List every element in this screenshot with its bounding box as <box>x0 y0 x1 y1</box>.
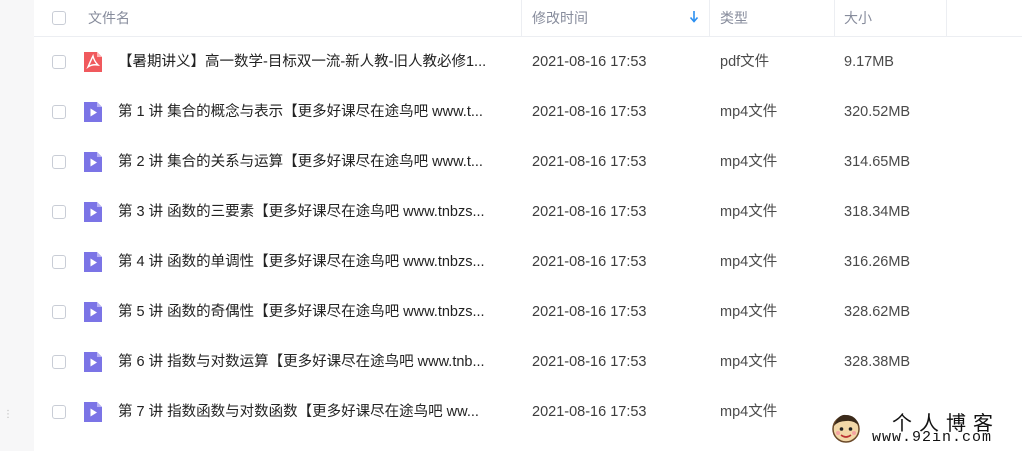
cartoon-avatar-icon <box>832 414 860 443</box>
file-name[interactable]: 第 1 讲 集合的概念与表示【更多好课尽在途鸟吧 www.t... <box>118 87 518 137</box>
file-type: pdf文件 <box>720 54 770 70</box>
video-icon <box>84 352 102 372</box>
modified-time: 2021-08-16 17:53 <box>532 54 647 70</box>
table-header: 文件名 修改时间 类型 大小 <box>34 0 1022 37</box>
video-icon <box>84 252 102 272</box>
file-type: mp4文件 <box>720 204 778 220</box>
modified-time: 2021-08-16 17:53 <box>532 154 647 170</box>
file-size: 316.26MB <box>844 254 911 270</box>
resize-handle[interactable]: ⋮ <box>3 410 13 425</box>
modified-time: 2021-08-16 17:53 <box>532 104 647 120</box>
file-type: mp4文件 <box>720 154 778 170</box>
file-type: mp4文件 <box>720 354 778 370</box>
row-checkbox[interactable] <box>52 105 66 119</box>
modified-time: 2021-08-16 17:53 <box>532 304 647 320</box>
file-row[interactable]: 第 4 讲 函数的单调性【更多好课尽在途鸟吧 www.tnbzs... 2021… <box>34 237 1022 287</box>
file-size: 314.65MB <box>844 154 911 170</box>
file-size: 328.62MB <box>844 304 911 320</box>
file-row[interactable]: 【暑期讲义】高一数学-目标双一流-新人教-旧人教必修1... 2021-08-1… <box>34 37 1022 87</box>
row-checkbox[interactable] <box>52 155 66 169</box>
video-icon <box>84 102 102 122</box>
modified-time: 2021-08-16 17:53 <box>532 354 647 370</box>
column-header-name[interactable]: 文件名 <box>88 0 130 36</box>
video-icon <box>84 152 102 172</box>
file-name[interactable]: 第 5 讲 函数的奇偶性【更多好课尽在途鸟吧 www.tnbzs... <box>118 287 518 337</box>
file-size: 9.17MB <box>844 54 894 70</box>
row-checkbox[interactable] <box>52 255 66 269</box>
video-icon <box>84 202 102 222</box>
file-name[interactable]: 第 7 讲 指数函数与对数函数【更多好课尽在途鸟吧 ww... <box>118 387 518 437</box>
blog-watermark: 个人博客 www.92in.com <box>822 404 1022 451</box>
file-row[interactable]: 第 3 讲 函数的三要素【更多好课尽在途鸟吧 www.tnbzs... 2021… <box>34 187 1022 237</box>
column-divider[interactable] <box>834 0 835 36</box>
file-row[interactable]: 第 2 讲 集合的关系与运算【更多好课尽在途鸟吧 www.t... 2021-0… <box>34 137 1022 187</box>
file-row[interactable]: 第 6 讲 指数与对数运算【更多好课尽在途鸟吧 www.tnb... 2021-… <box>34 337 1022 387</box>
file-list-panel: 文件名 修改时间 类型 大小 【暑期讲义】高一数学-目标双一流-新人教-旧人教必… <box>34 0 1022 451</box>
file-name[interactable]: 第 3 讲 函数的三要素【更多好课尽在途鸟吧 www.tnbzs... <box>118 187 518 237</box>
modified-time: 2021-08-16 17:53 <box>532 204 647 220</box>
row-checkbox[interactable] <box>52 55 66 69</box>
row-checkbox[interactable] <box>52 405 66 419</box>
video-icon <box>84 402 102 422</box>
column-divider[interactable] <box>709 0 710 36</box>
row-checkbox[interactable] <box>52 355 66 369</box>
file-type: mp4文件 <box>720 104 778 120</box>
video-icon <box>84 302 102 322</box>
modified-time: 2021-08-16 17:53 <box>532 404 647 420</box>
file-type: mp4文件 <box>720 304 778 320</box>
row-checkbox[interactable] <box>52 305 66 319</box>
file-type: mp4文件 <box>720 254 778 270</box>
column-divider[interactable] <box>521 0 522 36</box>
file-name[interactable]: 【暑期讲义】高一数学-目标双一流-新人教-旧人教必修1... <box>118 37 518 87</box>
file-size: 328.38MB <box>844 354 911 370</box>
file-name[interactable]: 第 4 讲 函数的单调性【更多好课尽在途鸟吧 www.tnbzs... <box>118 237 518 287</box>
file-name[interactable]: 第 2 讲 集合的关系与运算【更多好课尽在途鸟吧 www.t... <box>118 137 518 187</box>
watermark-url: www.92in.com <box>872 429 993 446</box>
column-header-size[interactable]: 大小 <box>844 0 872 36</box>
pdf-icon <box>84 52 102 72</box>
file-size: 320.52MB <box>844 104 911 120</box>
sidebar-edge: ⋮ <box>0 0 34 451</box>
column-divider[interactable] <box>946 0 947 36</box>
select-all-checkbox[interactable] <box>52 11 66 25</box>
column-header-type[interactable]: 类型 <box>720 0 748 36</box>
column-header-time[interactable]: 修改时间 <box>532 0 588 36</box>
file-type: mp4文件 <box>720 404 778 420</box>
file-row[interactable]: 第 5 讲 函数的奇偶性【更多好课尽在途鸟吧 www.tnbzs... 2021… <box>34 287 1022 337</box>
file-name[interactable]: 第 6 讲 指数与对数运算【更多好课尽在途鸟吧 www.tnb... <box>118 337 518 387</box>
file-row[interactable]: 第 1 讲 集合的概念与表示【更多好课尽在途鸟吧 www.t... 2021-0… <box>34 87 1022 137</box>
sort-descending-arrow-icon[interactable] <box>688 9 700 25</box>
modified-time: 2021-08-16 17:53 <box>532 254 647 270</box>
file-size: 318.34MB <box>844 204 911 220</box>
row-checkbox[interactable] <box>52 205 66 219</box>
